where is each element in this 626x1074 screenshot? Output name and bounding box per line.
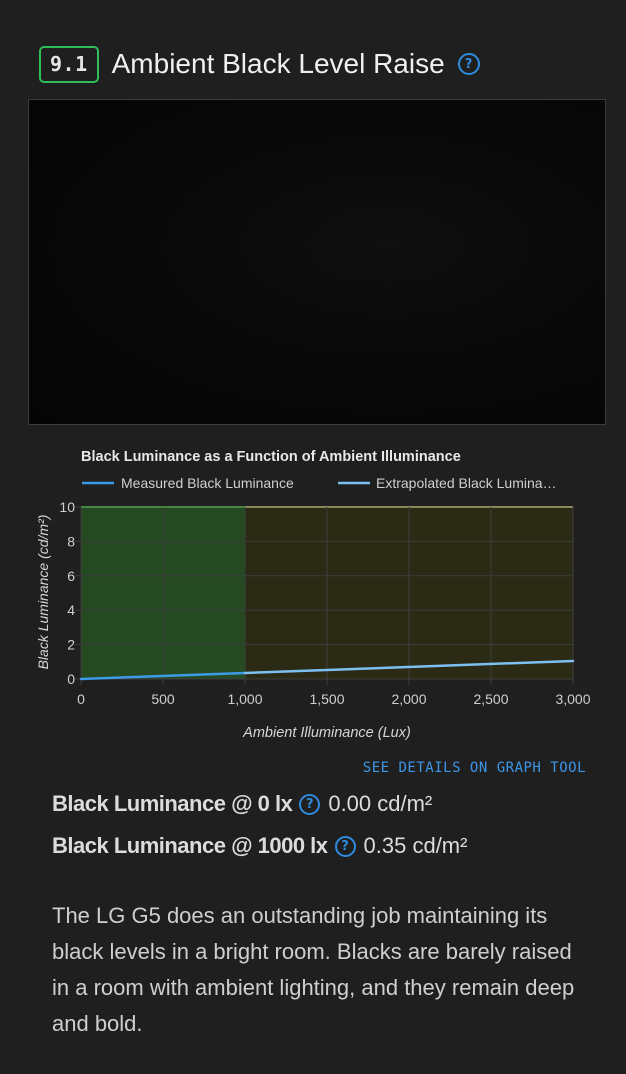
graph-tool-link[interactable]: SEE DETAILS ON GRAPH TOOL (363, 760, 586, 776)
x-tick-label-0: 0 (77, 691, 85, 707)
y-axis-label: Black Luminance (cd/m²) (35, 515, 51, 670)
x-tick-label-3: 1,500 (309, 691, 344, 707)
x-tick-label-2: 1,000 (227, 691, 262, 707)
y-tick-label-3: 6 (67, 568, 75, 584)
legend-item-measured[interactable]: Measured Black Luminance (82, 475, 294, 491)
chart-legend: Measured Black Luminance Extrapolated Bl… (82, 475, 557, 491)
y-tick-label-1: 2 (67, 637, 75, 653)
x-tick-label-1: 500 (151, 691, 175, 707)
section-header: 9.1 Ambient Black Level Raise ? (39, 45, 480, 83)
y-tick-label-4: 8 (67, 533, 75, 549)
help-icon[interactable]: ? (334, 835, 356, 857)
test-result-row: Black Luminance @ 0 lx ? 0.00 cd/m² (52, 791, 432, 817)
review-text: The LG G5 does an outstanding job mainta… (52, 903, 575, 1036)
chart-svg: Black Luminance as a Function of Ambient… (35, 449, 591, 741)
legend-label-extrapolated: Extrapolated Black Lumina… (376, 475, 557, 491)
help-icon[interactable]: ? (457, 53, 480, 75)
help-icon[interactable]: ? (299, 793, 321, 815)
y-tick-label-0: 0 (67, 671, 75, 687)
score-badge: 9.1 (39, 45, 99, 83)
x-tick-label-4: 2,000 (391, 691, 426, 707)
black-luminance-chart: Black Luminance as a Function of Ambient… (28, 440, 606, 750)
test-value: 0.35 cd/m² (363, 833, 468, 858)
test-label: Black Luminance @ 1000 lx (52, 833, 328, 858)
legend-item-extrapolated[interactable]: Extrapolated Black Lumina… (338, 475, 557, 491)
y-tick-labels: 0 2 4 6 8 10 (59, 499, 75, 687)
y-tick-label-2: 4 (67, 602, 75, 618)
x-tick-label-6: 3,000 (555, 691, 590, 707)
legend-label-measured: Measured Black Luminance (121, 475, 294, 491)
test-label: Black Luminance @ 0 lx (52, 791, 293, 816)
test-value: 0.00 cd/m² (328, 791, 433, 816)
test-photo (28, 99, 606, 425)
section-title: Ambient Black Level Raise (111, 48, 445, 79)
y-tick-label-5: 10 (59, 499, 75, 515)
x-tick-label-5: 2,500 (473, 691, 508, 707)
x-axis-label: Ambient Illuminance (Lux) (242, 725, 411, 741)
x-tick-labels: 0 500 1,000 1,500 2,000 2,500 3,000 (77, 691, 591, 707)
test-result-row: Black Luminance @ 1000 lx ? 0.35 cd/m² (52, 833, 467, 859)
chart-title: Black Luminance as a Function of Ambient… (81, 449, 461, 465)
